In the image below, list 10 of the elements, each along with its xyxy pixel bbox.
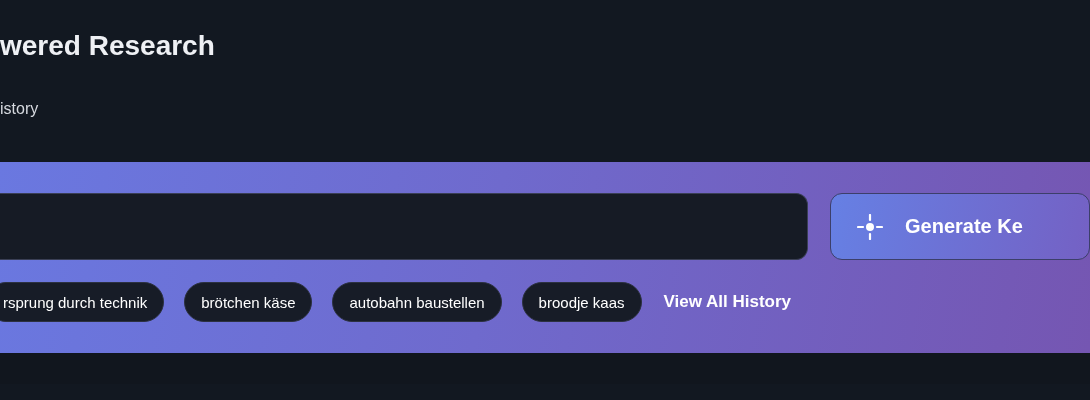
page-title: wered Research — [0, 30, 216, 62]
sparkle-icon — [857, 213, 883, 240]
search-field[interactable] — [0, 193, 808, 260]
history-chip[interactable]: brötchen käse — [184, 282, 313, 322]
history-chip[interactable]: broodje kaas — [521, 282, 642, 322]
generate-button[interactable]: Generate Ke — [830, 193, 1090, 260]
subtitle: istory — [0, 100, 39, 118]
history-chip[interactable]: rsprung durch technik — [0, 282, 165, 322]
view-history-link[interactable]: View All History — [663, 292, 792, 312]
history-chip[interactable]: autobahn baustellen — [332, 282, 502, 322]
